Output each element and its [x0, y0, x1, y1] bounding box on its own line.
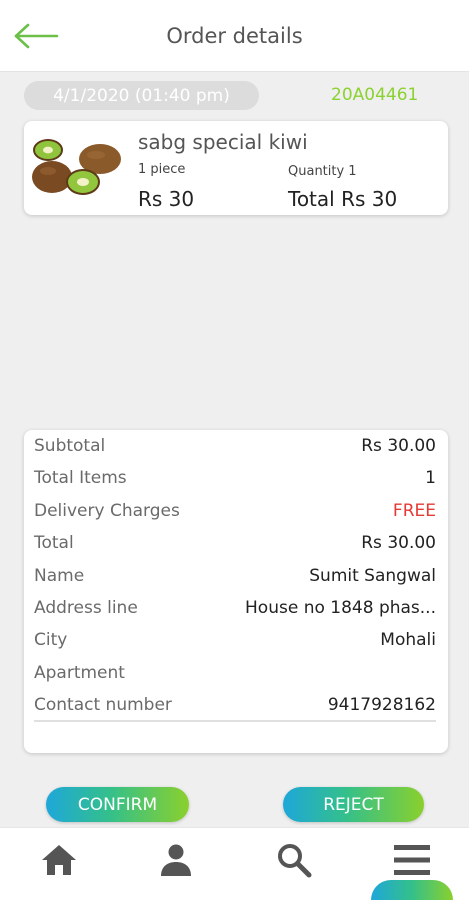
total-items-label: Total Items [34, 468, 127, 488]
contact-label: Contact number [34, 695, 172, 715]
summary-row-total-items: Total Items 1 [34, 466, 436, 490]
product-price: Rs 30 [138, 187, 195, 211]
total-items-value: 1 [425, 468, 436, 488]
person-icon [161, 844, 191, 876]
kiwi-product-image [26, 137, 130, 201]
product-quantity: Quantity 1 [288, 164, 357, 179]
summary-row-apartment: Apartment [34, 661, 436, 685]
address-label: Address line [34, 598, 138, 618]
subtotal-value: Rs 30.00 [361, 436, 436, 456]
summary-divider [34, 720, 436, 722]
delivery-label: Delivery Charges [34, 501, 180, 521]
total-value: Rs 30.00 [361, 533, 436, 553]
nav-search[interactable] [272, 840, 316, 880]
page-title: Order details [166, 24, 303, 48]
nav-menu[interactable] [390, 840, 434, 880]
subtotal-label: Subtotal [34, 436, 106, 456]
apartment-label: Apartment [34, 663, 125, 683]
floating-action-button[interactable] [371, 880, 453, 900]
delivery-value: FREE [392, 501, 436, 521]
menu-icon [394, 845, 430, 875]
summary-row-contact: Contact number 9417928162 [34, 693, 436, 717]
home-icon [42, 845, 76, 875]
order-item-card: sabg special kiwi 1 piece Quantity 1 Rs … [24, 121, 448, 215]
app-bar: Order details [0, 0, 469, 72]
product-name: sabg special kiwi [138, 130, 308, 154]
summary-row-name: Name Sumit Sangwal [34, 564, 436, 588]
order-date-badge: 4/1/2020 (01:40 pm) [24, 81, 259, 110]
customer-name-value: Sumit Sangwal [309, 566, 436, 586]
nav-profile[interactable] [154, 840, 198, 880]
address-value: House no 1848 phas... [245, 598, 436, 618]
summary-row-delivery: Delivery Charges FREE [34, 499, 436, 523]
contact-value: 9417928162 [327, 695, 436, 715]
nav-home[interactable] [37, 840, 81, 880]
city-label: City [34, 630, 68, 650]
summary-row-total: Total Rs 30.00 [34, 531, 436, 555]
order-id: 20A04461 [331, 85, 419, 105]
summary-row-city: City Mohali [34, 628, 436, 652]
product-total: Total Rs 30 [288, 187, 398, 211]
customer-name-label: Name [34, 566, 85, 586]
product-unit: 1 piece [138, 162, 186, 177]
city-value: Mohali [380, 630, 436, 650]
total-label: Total [34, 533, 74, 553]
search-icon [278, 844, 312, 878]
summary-row-subtotal: Subtotal Rs 30.00 [34, 434, 436, 458]
reject-button[interactable]: REJECT [283, 787, 424, 822]
order-summary-card: Subtotal Rs 30.00 Total Items 1 Delivery… [24, 430, 448, 753]
summary-row-address: Address line House no 1848 phas... [34, 596, 436, 620]
confirm-button[interactable]: CONFIRM [46, 787, 189, 822]
